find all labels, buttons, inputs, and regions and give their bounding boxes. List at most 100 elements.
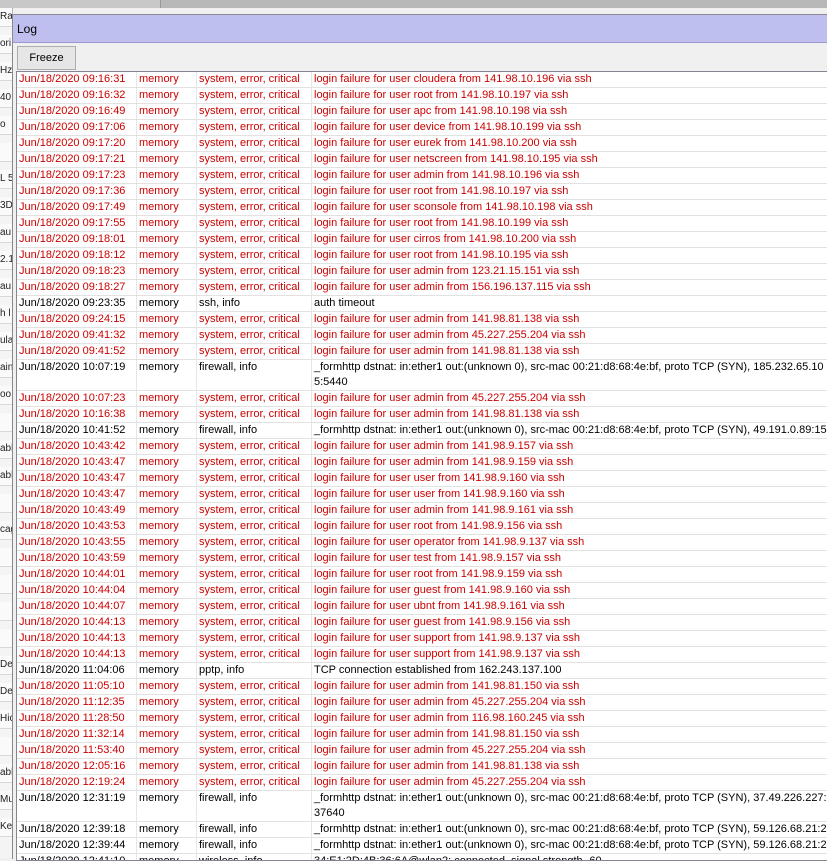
log-time: Jun/18/2020 10:43:47 [17, 487, 137, 502]
log-row[interactable]: Jun/18/2020 11:32:14 memory system, error,… [17, 727, 827, 743]
background-fragment: abl [0, 467, 12, 486]
log-row[interactable]: Jun/18/2020 11:12:35 memory system, error,… [17, 695, 827, 711]
log-time: Jun/18/2020 11:32:14 [17, 727, 137, 742]
log-row[interactable]: Jun/18/2020 09:17:36 memory system, error,… [17, 184, 827, 200]
log-row[interactable]: Jun/18/2020 10:44:13 memory system, error,… [17, 647, 827, 663]
log-topics: system, error, critical [197, 152, 312, 167]
log-message: login failure for user cloudera from 141… [314, 73, 592, 85]
log-buffer: memory [137, 599, 197, 614]
log-buffer: memory [137, 72, 197, 87]
log-row[interactable]: Jun/18/2020 10:43:47 memory system, error,… [17, 455, 827, 471]
log-row[interactable]: Jun/18/2020 10:44:13 memory system, error,… [17, 615, 827, 631]
log-time: Jun/18/2020 09:18:27 [17, 280, 137, 295]
log-row[interactable]: Jun/18/2020 09:16:32 memory system, error,… [17, 88, 827, 104]
log-row[interactable]: Jun/18/2020 10:43:53 memory system, error,… [17, 519, 827, 535]
background-fragment: ain [0, 359, 12, 378]
log-row[interactable]: Jun/18/2020 12:39:44 memory firewall, info… [17, 838, 827, 854]
log-row[interactable]: Jun/18/2020 11:28:50 memory system, error,… [17, 711, 827, 727]
log-message: login failure for user netscreen from 14… [314, 153, 598, 165]
log-row[interactable]: Jun/18/2020 09:18:23 memory system, error,… [17, 264, 827, 280]
log-message: _formhttp dstnat: in:ether1 out:(unknown… [314, 823, 827, 835]
log-row[interactable]: Jun/18/2020 09:17:55 memory system, error,… [17, 216, 827, 232]
log-time: Jun/18/2020 12:39:18 [17, 822, 137, 837]
background-fragment: L 5 [0, 170, 12, 189]
log-time: Jun/18/2020 09:17:36 [17, 184, 137, 199]
log-row[interactable]: Jun/18/2020 12:19:24 memory system, error,… [17, 775, 827, 791]
log-buffer: memory [137, 232, 197, 247]
log-buffer: memory [137, 312, 197, 327]
log-topics: system, error, critical [197, 344, 312, 359]
log-time: Jun/18/2020 10:43:59 [17, 551, 137, 566]
log-time: Jun/18/2020 10:43:49 [17, 503, 137, 518]
log-message: login failure for user cirros from 141.9… [314, 233, 577, 245]
log-row[interactable]: Jun/18/2020 09:17:23 memory system, error,… [17, 168, 827, 184]
log-buffer: memory [137, 391, 197, 406]
background-fragment: ula [0, 332, 12, 351]
log-row[interactable]: Jun/18/2020 09:18:01 memory system, error,… [17, 232, 827, 248]
log-row[interactable]: Jun/18/2020 10:43:47 memory system, error,… [17, 471, 827, 487]
log-row[interactable]: Jun/18/2020 10:07:19 memory firewall, info… [17, 360, 827, 391]
log-row[interactable]: Jun/18/2020 10:43:59 memory system, error,… [17, 551, 827, 567]
log-topics: system, error, critical [197, 695, 312, 710]
log-row[interactable]: Jun/18/2020 12:39:18 memory firewall, info… [17, 822, 827, 838]
log-row[interactable]: Jun/18/2020 10:43:49 memory system, error,… [17, 503, 827, 519]
background-window-top [0, 0, 827, 8]
log-row[interactable]: Jun/18/2020 10:41:52 memory firewall, info… [17, 423, 827, 439]
log-row[interactable]: Jun/18/2020 09:17:20 memory system, error,… [17, 136, 827, 152]
log-topics: system, error, critical [197, 264, 312, 279]
log-buffer: memory [137, 487, 197, 502]
log-row[interactable]: Jun/18/2020 10:44:04 memory system, error,… [17, 583, 827, 599]
log-time: Jun/18/2020 12:31:19 [17, 791, 137, 821]
log-buffer: memory [137, 775, 197, 790]
log-row[interactable]: Jun/18/2020 11:05:10 memory system, error,… [17, 679, 827, 695]
log-row[interactable]: Jun/18/2020 10:07:23 memory system, error,… [17, 391, 827, 407]
freeze-button[interactable]: Freeze [17, 46, 76, 70]
background-fragment [0, 548, 12, 567]
log-row[interactable]: Jun/18/2020 09:16:31 memory system, error,… [17, 72, 827, 88]
background-fragment: 3D [0, 197, 12, 216]
log-row[interactable]: Jun/18/2020 09:24:15 memory system, error,… [17, 312, 827, 328]
log-row[interactable]: Jun/18/2020 09:17:49 memory system, error,… [17, 200, 827, 216]
log-row[interactable]: Jun/18/2020 10:44:07 memory system, error,… [17, 599, 827, 615]
log-row[interactable]: Jun/18/2020 09:41:52 memory system, error,… [17, 344, 827, 360]
log-buffer: memory [137, 535, 197, 550]
log-row[interactable]: Jun/18/2020 12:05:16 memory system, error,… [17, 759, 827, 775]
log-row[interactable]: Jun/18/2020 09:17:06 memory system, error,… [17, 120, 827, 136]
window-titlebar[interactable]: Log [13, 15, 827, 43]
log-row[interactable]: Jun/18/2020 10:44:01 memory system, error,… [17, 567, 827, 583]
log-time: Jun/18/2020 10:43:53 [17, 519, 137, 534]
log-row[interactable]: Jun/18/2020 10:43:55 memory system, error,… [17, 535, 827, 551]
log-time: Jun/18/2020 10:44:13 [17, 615, 137, 630]
log-message: login failure for user admin from 123.21… [314, 265, 580, 277]
log-topics: system, error, critical [197, 168, 312, 183]
log-message: login failure for user admin from 141.98… [314, 345, 580, 357]
log-list[interactable]: Jun/18/2020 09:16:31 memory system, error,… [16, 71, 827, 861]
log-row[interactable]: Jun/18/2020 09:18:12 memory system, error,… [17, 248, 827, 264]
log-row[interactable]: Jun/18/2020 10:16:38 memory system, error,… [17, 407, 827, 423]
log-row[interactable]: Jun/18/2020 10:43:42 memory system, error,… [17, 439, 827, 455]
log-time: Jun/18/2020 11:28:50 [17, 711, 137, 726]
log-row[interactable]: Jun/18/2020 10:43:47 memory system, error,… [17, 487, 827, 503]
log-topics: firewall, info [197, 791, 312, 821]
log-topics: system, error, critical [197, 248, 312, 263]
log-message: login failure for user admin from 141.98… [314, 440, 574, 452]
log-row[interactable]: Jun/18/2020 09:23:35 memory ssh, info auth … [17, 296, 827, 312]
log-row[interactable]: Jun/18/2020 09:18:27 memory system, error,… [17, 280, 827, 296]
log-row[interactable]: Jun/18/2020 10:44:13 memory system, error,… [17, 631, 827, 647]
background-fragment: Key [0, 818, 12, 837]
log-row[interactable]: Jun/18/2020 09:41:32 memory system, error,… [17, 328, 827, 344]
background-fragment: De [0, 656, 12, 675]
log-topics: system, error, critical [197, 439, 312, 454]
log-row[interactable]: Jun/18/2020 09:17:21 memory system, error,… [17, 152, 827, 168]
log-message: login failure for user test from 141.98.… [314, 552, 562, 564]
log-row[interactable]: Jun/18/2020 11:04:06 memory pptp, info TCP … [17, 663, 827, 679]
log-row[interactable]: Jun/18/2020 09:16:49 memory system, error,… [17, 104, 827, 120]
background-fragment: De [0, 683, 12, 702]
log-row[interactable]: Jun/18/2020 12:31:19 memory firewall, info… [17, 791, 827, 822]
log-message: login failure for user admin from 141.98… [314, 728, 580, 740]
log-message: login failure for user admin from 141.98… [314, 680, 580, 692]
background-fragment: o [0, 116, 12, 135]
log-row[interactable]: Jun/18/2020 11:53:40 memory system, error,… [17, 743, 827, 759]
background-fragment [0, 737, 12, 756]
toolbar: Freeze [13, 43, 827, 73]
